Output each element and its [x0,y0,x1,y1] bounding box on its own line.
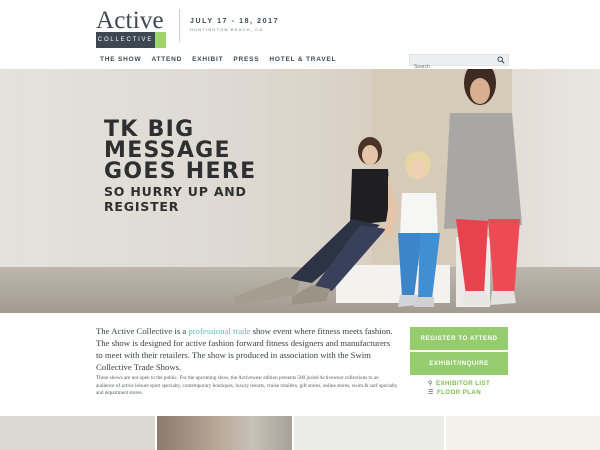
professional-trade-link[interactable]: professional trade [188,326,250,336]
photo-tile[interactable] [157,416,292,450]
audience-note: These shows are not open to the public. … [96,375,398,396]
nav-item-press[interactable]: PRESS [233,56,259,63]
hero-headline-line: TK BIG [104,117,195,142]
event-date: JULY 17 - 18, 2017 [190,18,280,25]
hero-headline-line: MESSAGE [104,138,231,163]
hero-headline-line: GOES HERE [104,159,257,184]
list-icon: ☰ [428,389,434,396]
exhibitor-list-label: EXHIBITOR LIST [435,380,491,387]
exhibit-inquire-button[interactable]: EXHIBIT/INQUIRE [410,352,508,375]
event-location: HUNTINGTON BEACH, CA [190,27,264,32]
register-to-attend-button[interactable]: REGISTER TO ATTEND [410,327,508,350]
hero-subheadline-line: REGISTER [104,199,180,214]
photo-tile[interactable] [294,416,444,450]
hero-models-image [234,69,522,307]
search-box [409,54,509,72]
exhibitor-list-link[interactable]: ⚲ EXHIBITOR LIST [428,380,490,387]
intro-text-start: The Active Collective is a [96,326,189,336]
nav-item-hotel-travel[interactable]: HOTEL & TRAVEL [269,56,336,63]
site-logo[interactable]: Active COLLECTIVE [96,7,166,48]
search-icon[interactable] [497,56,505,64]
main-nav: THE SHOW ATTEND EXHIBIT PRESS HOTEL & TR… [100,56,346,63]
hero-subheadline: SO HURRY UP AND REGISTER [104,184,247,214]
photo-tile[interactable] [446,416,600,450]
logo-tagline: COLLECTIVE [96,32,155,48]
floor-plan-link[interactable]: ☰ FLOOR PLAN [428,389,481,396]
hero-headline: TK BIG MESSAGE GOES HERE [104,117,257,184]
floor-plan-label: FLOOR PLAN [436,389,482,396]
hero-subheadline-line: SO HURRY UP AND [104,184,247,199]
logo-wordmark: Active [96,7,164,34]
logo-accent-square [155,32,166,48]
nav-item-the-show[interactable]: THE SHOW [100,56,141,63]
nav-item-attend[interactable]: ATTEND [151,56,182,63]
intro-paragraph: The Active Collective is a professional … [96,325,398,373]
photo-tile[interactable] [0,416,155,450]
nav-item-exhibit[interactable]: EXHIBIT [192,56,223,63]
hero-banner[interactable]: TK BIG MESSAGE GOES HERE SO HURRY UP AND… [0,69,600,313]
map-pin-icon: ⚲ [428,380,433,387]
header-divider [179,9,180,42]
